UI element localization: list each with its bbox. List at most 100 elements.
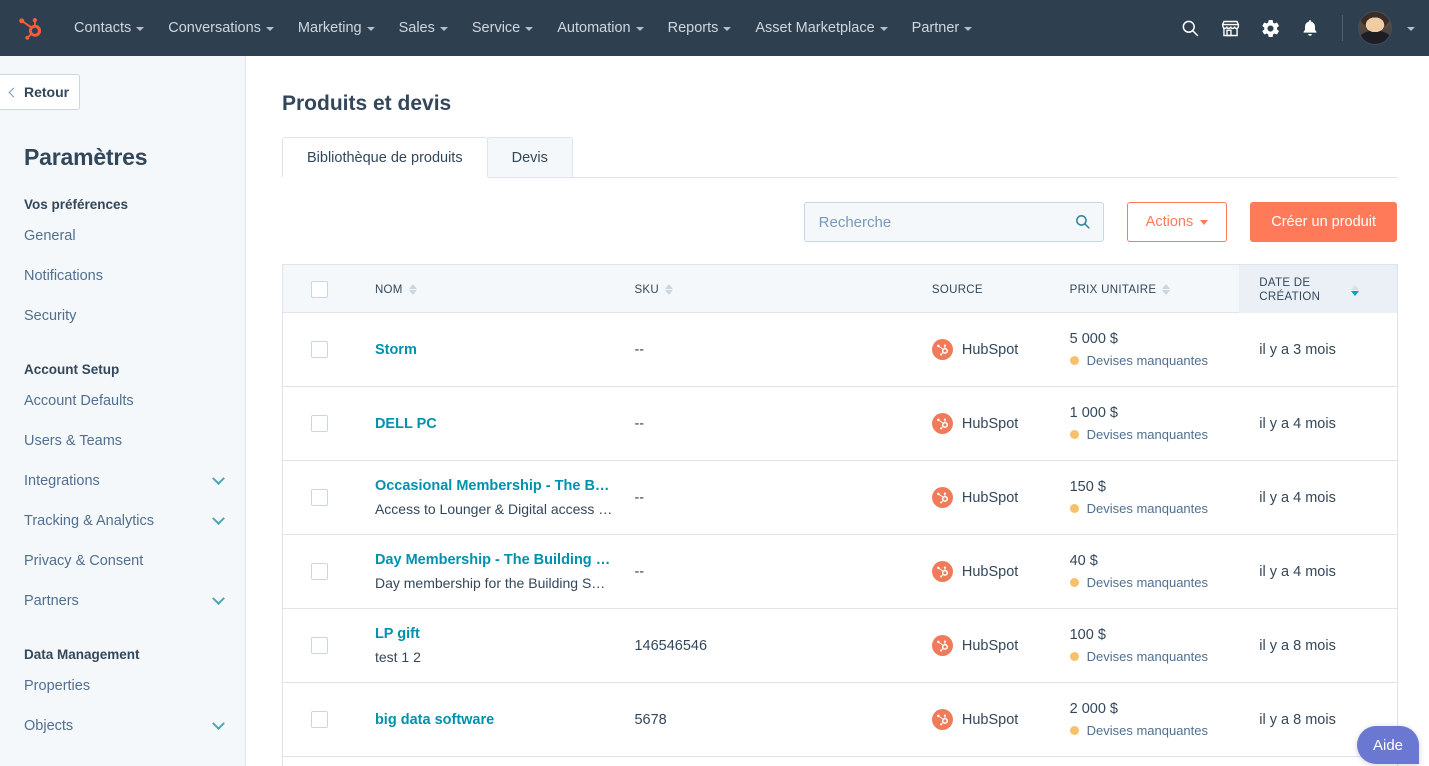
sidebar-item-label: Account Defaults xyxy=(24,393,134,409)
sidebar-item-general[interactable]: General xyxy=(0,216,245,256)
cell-source: HubSpot xyxy=(931,339,1070,360)
sidebar-section-data-management: Data Management xyxy=(24,647,140,662)
tab-product-library[interactable]: Bibliothèque de produits xyxy=(282,137,488,178)
search-icon[interactable] xyxy=(1173,11,1207,45)
table-row[interactable]: Occasional Membership - The B… Access to… xyxy=(283,461,1397,535)
nav-item-sales[interactable]: Sales xyxy=(387,0,460,56)
nav-item-contacts[interactable]: Contacts xyxy=(62,0,156,56)
nav-item-partner[interactable]: Partner xyxy=(900,0,985,56)
nav-item-service[interactable]: Service xyxy=(460,0,545,56)
row-checkbox[interactable] xyxy=(311,341,328,358)
warning-label: Devises manquantes xyxy=(1086,575,1209,590)
product-name-link[interactable]: DELL PC xyxy=(375,416,635,432)
row-checkbox[interactable] xyxy=(311,637,328,654)
column-header-label: SKU xyxy=(634,283,659,296)
select-all-checkbox[interactable] xyxy=(311,281,328,298)
nav-item-automation[interactable]: Automation xyxy=(545,0,655,56)
primary-nav-items: Contacts Conversations Marketing Sales S… xyxy=(62,0,984,56)
row-select-cell xyxy=(283,637,337,654)
chevron-down-icon[interactable] xyxy=(1407,27,1415,31)
sidebar-item-integrations[interactable]: Integrations xyxy=(0,461,245,501)
back-button[interactable]: Retour xyxy=(0,74,80,110)
hubspot-source-icon xyxy=(931,561,953,582)
sidebar-item-properties[interactable]: Properties xyxy=(0,666,245,706)
search-box[interactable] xyxy=(803,202,1104,242)
sidebar-item-account-defaults[interactable]: Account Defaults xyxy=(0,381,245,421)
warning-label: Devises manquantes xyxy=(1086,427,1209,442)
product-name-link[interactable]: Day Membership - The Building … xyxy=(375,552,635,568)
sidebar-item-label: Properties xyxy=(24,678,91,694)
nav-utility-icons xyxy=(1173,11,1429,45)
warning-label: Devises manquantes xyxy=(1086,649,1209,664)
row-checkbox[interactable] xyxy=(311,415,328,432)
cell-sku: -- xyxy=(634,342,931,358)
nav-item-asset-marketplace[interactable]: Asset Marketplace xyxy=(743,0,899,56)
gear-icon[interactable] xyxy=(1253,11,1287,45)
nav-item-reports[interactable]: Reports xyxy=(656,0,744,56)
table-row[interactable]: DELL PC -- HubSpot 1 000 $ Devises manqu… xyxy=(283,387,1397,461)
sort-icon[interactable] xyxy=(665,284,673,295)
column-header-sku[interactable]: SKU xyxy=(634,265,931,312)
chevron-down-icon xyxy=(964,27,973,31)
cell-created-date: il y a 4 mois xyxy=(1239,564,1397,580)
tab-quotes[interactable]: Devis xyxy=(486,137,573,177)
cell-created-date: il y a 8 mois xyxy=(1239,638,1397,654)
tab-label: Bibliothèque de produits xyxy=(307,149,463,166)
warning-label: Devises manquantes xyxy=(1086,353,1209,368)
sidebar-item-privacy-consent[interactable]: Privacy & Consent xyxy=(0,541,245,581)
marketplace-icon[interactable] xyxy=(1213,11,1247,45)
sort-icon[interactable] xyxy=(408,284,417,295)
column-header-date-de-creation[interactable]: DATE DE CRÉATION xyxy=(1239,265,1398,313)
row-checkbox[interactable] xyxy=(311,711,328,728)
sidebar-item-partners[interactable]: Partners xyxy=(0,581,245,621)
avatar[interactable] xyxy=(1358,11,1392,45)
sidebar-item-users-teams[interactable]: Users & Teams xyxy=(0,421,245,461)
sidebar-item-label: Privacy & Consent xyxy=(24,553,144,569)
actions-dropdown-button[interactable]: Actions xyxy=(1126,202,1228,242)
table-header-row: NOM SKU SOURCE PRIX UNITAIRE DATE DE CRÉ… xyxy=(283,265,1398,313)
select-all-header xyxy=(283,265,337,312)
notifications-bell-icon[interactable] xyxy=(1293,11,1327,45)
hubspot-logo-icon[interactable] xyxy=(8,15,52,41)
sidebar-item-tracking-analytics[interactable]: Tracking & Analytics xyxy=(0,501,245,541)
product-name-link[interactable]: LP gift xyxy=(375,626,635,642)
search-icon[interactable] xyxy=(1074,213,1091,235)
sort-icon[interactable] xyxy=(1162,284,1171,295)
chevron-down-icon xyxy=(525,27,534,31)
cell-sku: -- xyxy=(634,416,931,432)
sidebar-item-notifications[interactable]: Notifications xyxy=(0,256,245,296)
table-row[interactable]: Storm -- HubSpot 5 000 $ Devises manquan… xyxy=(283,313,1397,387)
product-name-link[interactable]: Occasional Membership - The B… xyxy=(375,478,635,494)
table-row[interactable]: LP gift test 1 2 146546546 HubSpot 100 $ xyxy=(283,609,1397,683)
chevron-down-icon xyxy=(635,27,644,31)
column-header-nom[interactable]: NOM xyxy=(337,265,635,312)
column-header-prix-unitaire[interactable]: PRIX UNITAIRE xyxy=(1070,265,1240,312)
row-checkbox[interactable] xyxy=(311,489,328,506)
sidebar-item-objects[interactable]: Objects xyxy=(0,706,245,746)
product-name-link[interactable]: big data software xyxy=(375,712,635,728)
table-row[interactable]: big data software 5678 HubSpot 2 000 $ D… xyxy=(283,683,1397,757)
column-header-label: PRIX UNITAIRE xyxy=(1069,283,1157,296)
nav-item-marketing[interactable]: Marketing xyxy=(286,0,387,56)
sku-value: -- xyxy=(634,489,645,506)
nav-item-conversations[interactable]: Conversations xyxy=(156,0,286,56)
chevron-left-icon xyxy=(8,87,19,97)
row-checkbox[interactable] xyxy=(311,563,328,580)
nav-item-label: Reports xyxy=(667,20,719,36)
help-button[interactable]: Aide xyxy=(1357,726,1419,764)
price-value: 1 000 $ xyxy=(1069,405,1118,421)
search-input[interactable] xyxy=(804,203,1103,241)
table-row[interactable]: Day Membership - The Building … Day memb… xyxy=(283,535,1397,609)
product-name-link[interactable]: Storm xyxy=(375,342,635,358)
chevron-down-icon xyxy=(879,27,888,31)
sidebar-item-security[interactable]: Security xyxy=(0,296,245,336)
chevron-down-icon xyxy=(212,511,225,525)
chevron-down-icon xyxy=(1200,219,1209,225)
cell-price: 1 000 $ Devises manquantes xyxy=(1069,405,1240,442)
table-row[interactable]: Helios - Pro Services xyxy=(283,757,1397,766)
sort-icon-active[interactable] xyxy=(1351,284,1360,296)
hubspot-source-icon xyxy=(931,709,953,730)
create-product-button[interactable]: Créer un produit xyxy=(1250,202,1397,242)
warning-dot-icon xyxy=(1069,430,1079,439)
column-header-source[interactable]: SOURCE xyxy=(932,265,1070,312)
